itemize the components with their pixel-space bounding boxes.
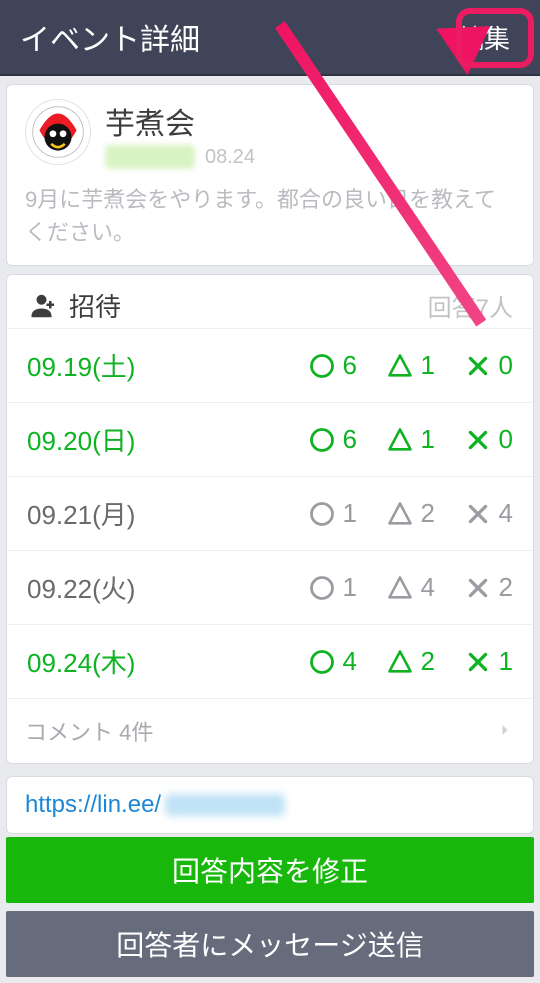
event-description: 9月に芋煮会をやります。都合の良い日を教えてください。: [7, 175, 533, 255]
yes-count: 6: [343, 350, 357, 381]
schedule-row[interactable]: 09.22(火) 1 4 2: [7, 550, 533, 624]
triangle-icon: [385, 573, 415, 603]
x-icon: [463, 425, 493, 455]
schedule-date: 09.20(日): [27, 421, 279, 458]
maybe-count-cell: 2: [357, 498, 435, 529]
maybe-count: 1: [421, 424, 435, 455]
schedule-row[interactable]: 09.19(土) 6 1 0: [7, 328, 533, 402]
page-title: イベント詳細: [20, 15, 448, 59]
no-count-cell: 2: [435, 572, 513, 603]
schedule-card: 招待 回答7人 09.19(土) 6 1 0 09.20(日) 6 1 0 09.21(月) 1 2…: [6, 274, 534, 764]
maybe-count: 4: [421, 572, 435, 603]
circle-icon: [307, 647, 337, 677]
triangle-icon: [385, 499, 415, 529]
triangle-icon: [385, 647, 415, 677]
schedule-date: 09.22(火): [27, 569, 279, 606]
schedule-date: 09.24(木): [27, 643, 279, 680]
x-icon: [463, 647, 493, 677]
maybe-count-cell: 2: [357, 646, 435, 677]
triangle-icon: [385, 425, 415, 455]
event-title: 芋煮会: [105, 99, 255, 143]
answer-count[interactable]: 回答7人: [428, 288, 513, 323]
circle-icon: [307, 351, 337, 381]
mascot-icon: [31, 105, 85, 159]
circle-icon: [307, 573, 337, 603]
yes-count: 4: [343, 646, 357, 677]
yes-count: 1: [343, 498, 357, 529]
send-message-button[interactable]: 回答者にメッセージ送信: [6, 911, 534, 977]
schedule-date: 09.19(土): [27, 347, 279, 384]
yes-count: 1: [343, 572, 357, 603]
share-url-redacted: [165, 794, 285, 816]
event-created-date: 08.24: [205, 146, 255, 169]
maybe-count-cell: 1: [357, 424, 435, 455]
no-count-cell: 0: [435, 424, 513, 455]
invite-icon: [27, 289, 61, 323]
no-count-cell: 0: [435, 350, 513, 381]
no-count: 4: [499, 498, 513, 529]
yes-count-cell: 4: [279, 646, 357, 677]
circle-icon: [307, 425, 337, 455]
circle-icon: [307, 499, 337, 529]
no-count-cell: 1: [435, 646, 513, 677]
edit-button[interactable]: 編集: [448, 13, 520, 62]
yes-count-cell: 6: [279, 424, 357, 455]
edit-answer-button[interactable]: 回答内容を修正: [6, 837, 534, 903]
x-icon: [463, 499, 493, 529]
no-count: 1: [499, 646, 513, 677]
comments-row[interactable]: コメント 4件: [7, 698, 533, 763]
triangle-icon: [385, 351, 415, 381]
schedule-date: 09.21(月): [27, 495, 279, 532]
header-bar: イベント詳細 編集: [0, 0, 540, 76]
invite-label[interactable]: 招待: [69, 287, 428, 324]
chevron-right-icon: [495, 715, 515, 747]
yes-count-cell: 6: [279, 350, 357, 381]
maybe-count-cell: 1: [357, 350, 435, 381]
yes-count: 6: [343, 424, 357, 455]
event-info-card: 芋煮会 08.24 9月に芋煮会をやります。都合の良い日を教えてください。: [6, 84, 534, 266]
event-avatar: [25, 99, 91, 165]
share-url-card[interactable]: https://lin.ee/: [6, 776, 534, 834]
no-count: 0: [499, 350, 513, 381]
organizer-name-redacted: [105, 145, 195, 169]
maybe-count: 1: [421, 350, 435, 381]
share-url-prefix: https://lin.ee/: [25, 791, 161, 819]
schedule-row[interactable]: 09.21(月) 1 2 4: [7, 476, 533, 550]
x-icon: [463, 573, 493, 603]
no-count-cell: 4: [435, 498, 513, 529]
yes-count-cell: 1: [279, 572, 357, 603]
schedule-row[interactable]: 09.24(木) 4 2 1: [7, 624, 533, 698]
no-count: 2: [499, 572, 513, 603]
maybe-count: 2: [421, 498, 435, 529]
maybe-count-cell: 4: [357, 572, 435, 603]
x-icon: [463, 351, 493, 381]
no-count: 0: [499, 424, 513, 455]
yes-count-cell: 1: [279, 498, 357, 529]
comments-label: コメント 4件: [25, 715, 495, 747]
schedule-row[interactable]: 09.20(日) 6 1 0: [7, 402, 533, 476]
maybe-count: 2: [421, 646, 435, 677]
